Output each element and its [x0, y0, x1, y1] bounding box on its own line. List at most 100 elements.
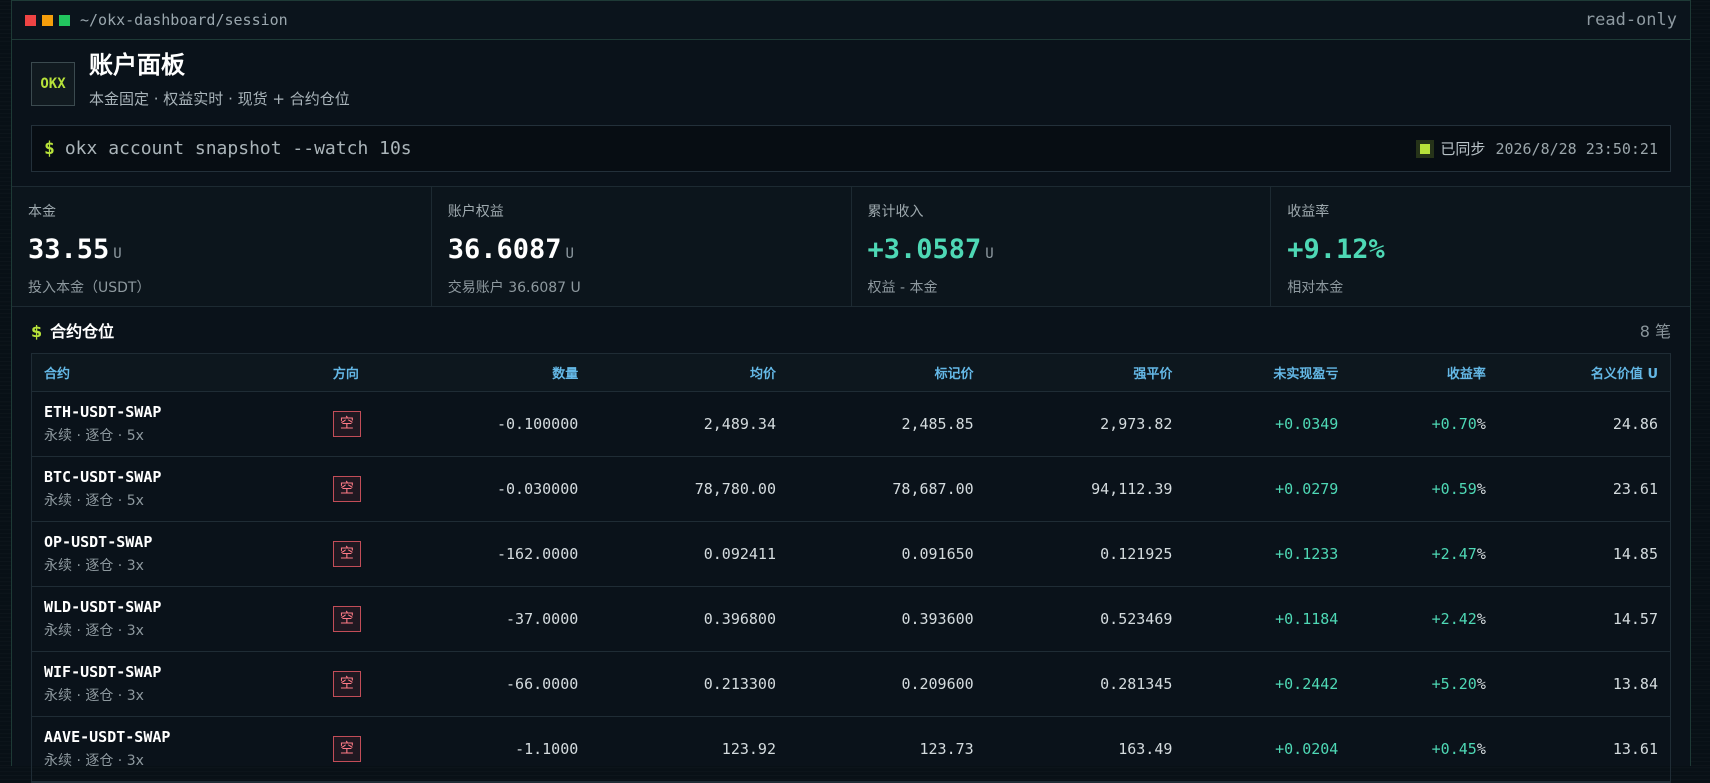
col-side[interactable]: 方向	[320, 354, 424, 392]
cell-upnl: +0.1184	[1184, 586, 1351, 652]
table-row[interactable]: WLD-USDT-SWAP 永续 · 逐仓 · 3x 空 -37.0000 0.3…	[32, 586, 1670, 652]
cell-notional: 23.61	[1497, 456, 1670, 522]
mode-indicator: read-only	[1584, 10, 1677, 30]
cell-avg: 78,780.00	[590, 456, 788, 522]
stat-return: 收益率 +9.12% 相对本金	[1271, 187, 1690, 306]
table-header-row: 合约 方向 数量 均价 标记价 强平价 未实现盈亏 收益率 名义价值 U	[32, 354, 1670, 392]
positions-table: 合约 方向 数量 均价 标记价 强平价 未实现盈亏 收益率 名义价值 U ETH…	[31, 353, 1671, 783]
stat-label: 累计收入	[867, 204, 924, 220]
cell-avg: 123.92	[590, 716, 788, 782]
position-count: 8 笔	[1639, 322, 1671, 341]
cell-roe: +2.47%	[1350, 521, 1498, 587]
okx-logo: OKX	[31, 62, 75, 106]
col-contract[interactable]: 合约	[32, 354, 321, 392]
cell-liq: 0.281345	[985, 651, 1185, 717]
stat-principal: 本金 33.55 U 投入本金（USDT）	[12, 187, 432, 306]
title-bar: ~/okx-dashboard/session read-only	[12, 0, 1690, 40]
contract-meta: 永续 · 逐仓 · 3x	[44, 623, 144, 639]
close-window-icon[interactable]	[25, 14, 36, 26]
cell-qty: -1.1000	[423, 716, 591, 782]
side-badge: 空	[332, 541, 361, 567]
col-avg[interactable]: 均价	[590, 354, 788, 392]
cell-notional: 14.57	[1497, 586, 1670, 652]
contract-symbol: OP-USDT-SWAP	[44, 533, 153, 551]
contract-symbol: AAVE-USDT-SWAP	[44, 728, 171, 746]
stat-label: 账户权益	[447, 204, 504, 220]
stats-panel: 本金 33.55 U 投入本金（USDT） 账户权益 36.6087 U 交易账户 …	[12, 186, 1690, 307]
cell-roe: +5.20%	[1350, 651, 1498, 717]
side-badge: 空	[332, 606, 361, 632]
contract-symbol: ETH-USDT-SWAP	[44, 403, 162, 421]
side-badge: 空	[332, 411, 361, 437]
table-row[interactable]: BTC-USDT-SWAP 永续 · 逐仓 · 5x 空 -0.030000 78…	[32, 456, 1670, 522]
positions-header: $ 合约仓位 8 笔	[12, 307, 1690, 353]
window-path: ~/okx-dashboard/session	[80, 11, 288, 29]
prompt-icon: $	[31, 322, 43, 341]
command-line: $ okx account snapshot --watch 10s	[44, 138, 412, 159]
stat-value: 33.55 U	[28, 234, 122, 265]
table-row[interactable]: OP-USDT-SWAP 永续 · 逐仓 · 3x 空 -162.0000 0.0…	[32, 521, 1670, 587]
stat-value: 36.6087 U	[447, 234, 574, 265]
side-badge: 空	[332, 736, 361, 762]
cell-liq: 2,973.82	[985, 391, 1185, 457]
maximize-window-icon[interactable]	[59, 14, 70, 26]
cell-mark: 2,485.85	[787, 391, 986, 457]
col-notional[interactable]: 名义价值 U	[1497, 354, 1670, 392]
sync-status: 已同步 2026/8/28 23:50:21	[1420, 138, 1658, 159]
stat-value: +3.0587 U	[867, 234, 994, 265]
page-header: OKX 账户面板 本金固定 · 权益实时 · 现货 + 合约仓位	[12, 40, 1690, 112]
side-badge: 空	[332, 671, 361, 697]
stat-sub: 相对本金	[1287, 280, 1344, 296]
cell-avg: 0.213300	[590, 651, 788, 717]
cell-qty: -0.030000	[423, 456, 591, 522]
cell-mark: 123.73	[787, 716, 986, 782]
cell-roe: +0.59%	[1350, 456, 1498, 522]
cell-avg: 0.396800	[590, 586, 788, 652]
cell-qty: -37.0000	[423, 586, 591, 652]
minimize-window-icon[interactable]	[42, 14, 53, 26]
contract-meta: 永续 · 逐仓 · 3x	[44, 558, 144, 574]
cell-liq: 94,112.39	[985, 456, 1185, 522]
cell-upnl: +0.0349	[1184, 391, 1351, 457]
cell-qty: -0.100000	[423, 391, 591, 457]
cell-notional: 24.86	[1497, 391, 1670, 457]
sync-indicator-icon	[1420, 143, 1431, 154]
col-qty[interactable]: 数量	[423, 354, 591, 392]
cell-liq: 0.121925	[985, 521, 1185, 587]
stat-sub: 权益 - 本金	[867, 280, 938, 296]
col-liq[interactable]: 强平价	[985, 354, 1185, 392]
cell-qty: -66.0000	[423, 651, 591, 717]
cell-roe: +2.42%	[1350, 586, 1498, 652]
table-row[interactable]: AAVE-USDT-SWAP 永续 · 逐仓 · 3x 空 -1.1000 123…	[32, 716, 1670, 782]
cell-mark: 0.209600	[787, 651, 986, 717]
sync-label: 已同步	[1440, 140, 1486, 158]
cell-liq: 163.49	[985, 716, 1185, 782]
cell-upnl: +0.2442	[1184, 651, 1351, 717]
cell-roe: +0.70%	[1350, 391, 1498, 457]
cell-mark: 0.393600	[787, 586, 986, 652]
sync-time: 2026/8/28 23:50:21	[1495, 139, 1658, 158]
cell-notional: 13.61	[1497, 716, 1670, 782]
table-row[interactable]: WIF-USDT-SWAP 永续 · 逐仓 · 3x 空 -66.0000 0.2…	[32, 651, 1670, 717]
page-subtitle: 本金固定 · 权益实时 · 现货 + 合约仓位	[89, 89, 350, 108]
cell-qty: -162.0000	[423, 521, 591, 587]
stat-income: 累计收入 +3.0587 U 权益 - 本金	[852, 187, 1272, 306]
stat-value: +9.12%	[1287, 234, 1385, 265]
stat-label: 收益率	[1287, 204, 1330, 220]
stat-sub: 投入本金（USDT）	[28, 280, 151, 296]
col-roe[interactable]: 收益率	[1350, 354, 1498, 392]
cell-avg: 2,489.34	[590, 391, 788, 457]
stat-equity: 账户权益 36.6087 U 交易账户 36.6087 U	[432, 187, 852, 306]
section-title: $ 合约仓位	[31, 322, 115, 341]
cell-avg: 0.092411	[590, 521, 788, 587]
command-bar: $ okx account snapshot --watch 10s 已同步 20…	[31, 125, 1671, 172]
contract-meta: 永续 · 逐仓 · 5x	[44, 428, 144, 444]
contract-meta: 永续 · 逐仓 · 5x	[44, 493, 144, 509]
table-row[interactable]: ETH-USDT-SWAP 永续 · 逐仓 · 5x 空 -0.100000 2,…	[32, 391, 1670, 457]
col-upnl[interactable]: 未实现盈亏	[1184, 354, 1351, 392]
dashboard-window: ~/okx-dashboard/session read-only OKX 账户…	[11, 0, 1691, 783]
cell-upnl: +0.1233	[1184, 521, 1351, 587]
contract-symbol: BTC-USDT-SWAP	[44, 468, 162, 486]
cell-upnl: +0.0279	[1184, 456, 1351, 522]
col-mark[interactable]: 标记价	[787, 354, 986, 392]
